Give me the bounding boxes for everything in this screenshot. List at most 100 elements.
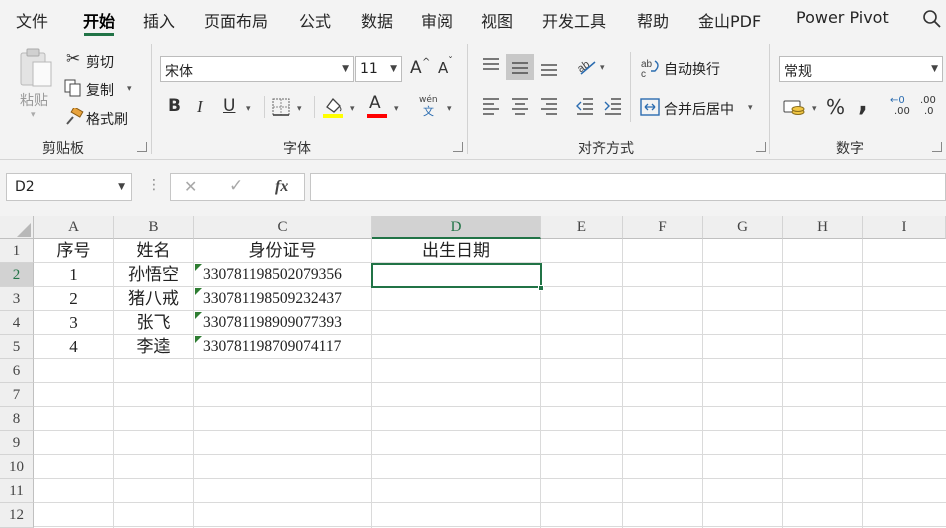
cell-c3[interactable]: 330781198509232437 [194, 287, 371, 311]
copy-dropdown-arrow[interactable]: ▾ [127, 84, 132, 94]
alignment-dialog-launcher[interactable] [756, 142, 766, 152]
currency-icon[interactable] [783, 97, 809, 119]
row-header-5[interactable]: 5 [0, 335, 34, 359]
align-middle-button[interactable] [506, 54, 534, 80]
cell-b5[interactable]: 李逵 [114, 335, 193, 359]
column-header-a[interactable]: A [34, 216, 114, 239]
merge-dropdown-arrow[interactable]: ▾ [748, 103, 753, 113]
row-header-1[interactable]: 1 [0, 239, 34, 263]
tab-kingsoft-pdf[interactable]: 金山PDF [698, 8, 761, 32]
align-right-icon[interactable] [539, 96, 559, 116]
cell-b4[interactable]: 张飞 [114, 311, 193, 335]
increase-decimal-button[interactable]: ←0 .00 [890, 96, 914, 120]
row-header-10[interactable]: 10 [0, 455, 34, 479]
paste-dropdown-arrow[interactable]: ▾ [31, 110, 36, 120]
search-icon[interactable] [922, 9, 942, 29]
row-header-2[interactable]: 2 [0, 263, 34, 287]
font-name-select[interactable]: 宋体 ▼ [160, 56, 354, 82]
tab-file[interactable]: 文件 [16, 8, 48, 32]
column-header-e[interactable]: E [541, 216, 623, 239]
format-painter-button[interactable]: 格式刷 [64, 106, 140, 128]
clipboard-dialog-launcher[interactable] [137, 142, 147, 152]
tab-home[interactable]: 开始 [83, 8, 115, 32]
font-dialog-launcher[interactable] [453, 142, 463, 152]
tab-review[interactable]: 审阅 [421, 8, 453, 32]
tab-page-layout[interactable]: 页面布局 [204, 8, 268, 32]
row-header-6[interactable]: 6 [0, 359, 34, 383]
tab-data[interactable]: 数据 [361, 8, 393, 32]
column-header-i[interactable]: I [863, 216, 946, 239]
column-header-f[interactable]: F [623, 216, 703, 239]
cell-a3[interactable]: 2 [34, 287, 113, 311]
fill-color-dropdown-arrow[interactable]: ▾ [350, 104, 355, 114]
cut-button[interactable]: ✂ 剪切 [64, 50, 134, 72]
orientation-dropdown-arrow[interactable]: ▾ [600, 63, 605, 73]
column-header-h[interactable]: H [783, 216, 863, 239]
tab-power-pivot[interactable]: Power Pivot [796, 8, 889, 27]
merge-center-button[interactable]: 合并后居中 ▾ [640, 95, 762, 119]
bold-button[interactable]: B [168, 98, 181, 115]
number-format-select[interactable]: 常规 ▼ [779, 56, 943, 82]
column-header-b[interactable]: B [114, 216, 194, 239]
phonetic-dropdown-arrow[interactable]: ▾ [447, 104, 452, 114]
row-header-7[interactable]: 7 [0, 383, 34, 407]
cell-d1[interactable]: 出生日期 [372, 239, 540, 263]
cell-b1[interactable]: 姓名 [114, 239, 193, 263]
tab-insert[interactable]: 插入 [143, 8, 175, 32]
increase-indent-icon[interactable] [603, 96, 623, 116]
cell-c5[interactable]: 330781198709074117 [194, 335, 371, 359]
decrease-decimal-button[interactable]: .00 .0 [918, 96, 946, 120]
row-header-12[interactable]: 12 [0, 503, 34, 528]
fill-color-icon[interactable] [322, 95, 344, 119]
tab-developer[interactable]: 开发工具 [542, 8, 606, 32]
column-header-c[interactable]: C [194, 216, 372, 239]
tab-help[interactable]: 帮助 [637, 8, 669, 32]
currency-dropdown-arrow[interactable]: ▾ [812, 104, 817, 114]
orientation-icon[interactable]: ab [575, 54, 599, 78]
increase-font-size-button[interactable]: A ^ [408, 58, 430, 80]
comma-style-button[interactable]: , [858, 90, 868, 116]
select-all-corner[interactable] [0, 216, 34, 239]
tab-view[interactable]: 视图 [481, 8, 513, 32]
cell-b2[interactable]: 孙悟空 [114, 263, 193, 287]
font-color-button[interactable]: A [366, 95, 388, 119]
cell-c2[interactable]: 330781198502079356 [194, 263, 371, 287]
column-header-g[interactable]: G [703, 216, 783, 239]
formula-input[interactable] [310, 173, 946, 201]
cell-d3[interactable] [372, 287, 540, 311]
font-color-dropdown-arrow[interactable]: ▾ [394, 104, 399, 114]
enter-icon[interactable]: ✓ [229, 178, 243, 195]
wrap-text-button[interactable]: ab c 自动换行 [640, 56, 750, 80]
row-header-8[interactable]: 8 [0, 407, 34, 431]
cell-d5[interactable] [372, 335, 540, 359]
tab-formulas[interactable]: 公式 [299, 8, 331, 32]
decrease-font-size-button[interactable]: A ˇ [436, 57, 458, 80]
row-header-9[interactable]: 9 [0, 431, 34, 455]
cell-d4[interactable] [372, 311, 540, 335]
cell-a4[interactable]: 3 [34, 311, 113, 335]
borders-icon[interactable] [271, 97, 291, 117]
cell-a2[interactable]: 1 [34, 263, 113, 287]
underline-dropdown-arrow[interactable]: ▾ [246, 104, 251, 114]
phonetic-guide-button[interactable]: wén 文 [419, 96, 443, 120]
decrease-indent-icon[interactable] [575, 96, 595, 116]
row-header-11[interactable]: 11 [0, 479, 34, 503]
cell-b3[interactable]: 猪八戒 [114, 287, 193, 311]
insert-function-button[interactable]: fx [275, 179, 288, 195]
align-left-icon[interactable] [481, 96, 501, 116]
cell-c1[interactable]: 身份证号 [194, 239, 371, 263]
cancel-icon[interactable]: ✕ [184, 179, 197, 195]
copy-button[interactable]: 复制 ▾ [64, 78, 140, 100]
align-center-icon[interactable] [510, 96, 530, 116]
number-dialog-launcher[interactable] [932, 142, 942, 152]
font-size-select[interactable]: 11 ▼ [355, 56, 402, 82]
paste-button[interactable]: 粘贴 ▾ [16, 48, 56, 120]
cell-c4[interactable]: 330781198909077393 [194, 311, 371, 335]
cell-a1[interactable]: 序号 [34, 239, 113, 263]
fill-handle[interactable] [538, 285, 544, 291]
percent-button[interactable]: % [826, 97, 845, 117]
align-bottom-icon[interactable] [539, 56, 559, 78]
cell-a5[interactable]: 4 [34, 335, 113, 359]
column-header-d[interactable]: D [372, 216, 541, 239]
borders-dropdown-arrow[interactable]: ▾ [297, 104, 302, 114]
